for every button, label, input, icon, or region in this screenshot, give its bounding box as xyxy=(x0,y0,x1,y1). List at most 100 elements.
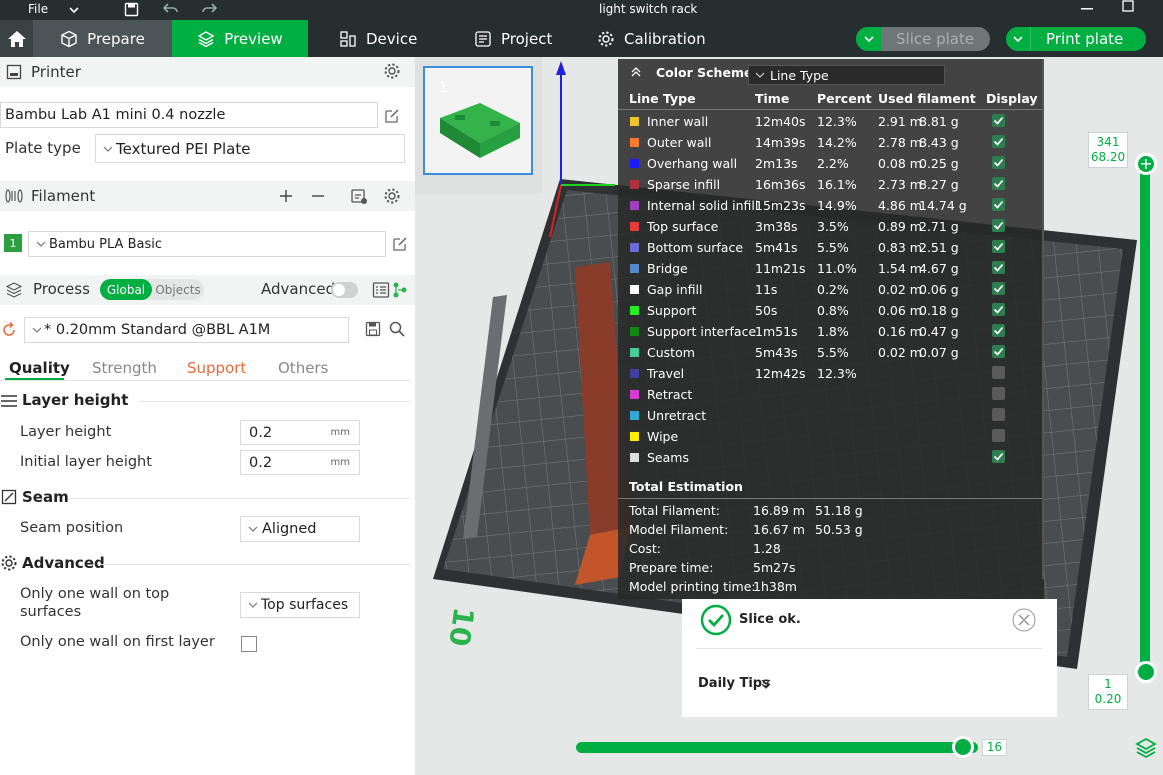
legend-header-row: Line Type Time Percent Used filament Dis… xyxy=(618,88,1044,108)
display-checkbox[interactable] xyxy=(992,303,1005,316)
legend-row: Overhang wall 2m13s 2.2% 0.08 m 0.25 g xyxy=(618,153,1044,174)
line-type-percent: 0.2% xyxy=(817,282,849,297)
search-icon[interactable] xyxy=(389,321,405,337)
check-icon xyxy=(993,347,1004,356)
plate-type-select[interactable]: Textured PEI Plate xyxy=(95,134,405,163)
display-checkbox[interactable] xyxy=(992,387,1005,400)
objects-option[interactable]: Objects xyxy=(152,279,204,300)
tab-preview[interactable]: Preview xyxy=(172,20,308,57)
collapse-icon[interactable] xyxy=(630,67,642,77)
display-checkbox[interactable] xyxy=(992,408,1005,421)
line-type-length: 0.16 m xyxy=(878,324,922,339)
check-icon xyxy=(993,200,1004,209)
seam-group-title: Seam xyxy=(22,488,69,506)
printer-settings-icon[interactable] xyxy=(383,62,401,80)
tab-prepare[interactable]: Prepare xyxy=(33,20,172,57)
display-checkbox[interactable] xyxy=(992,198,1005,211)
maximize-icon[interactable] xyxy=(1122,0,1135,12)
display-checkbox[interactable] xyxy=(992,324,1005,337)
tab-device[interactable]: Device xyxy=(339,20,417,57)
undo-icon[interactable] xyxy=(163,3,179,15)
display-checkbox[interactable] xyxy=(992,114,1005,127)
move-slider-handle[interactable] xyxy=(951,736,974,758)
home-button[interactable] xyxy=(0,20,33,57)
layer-height-input[interactable]: 0.2 mm xyxy=(240,420,360,445)
display-checkbox[interactable] xyxy=(992,135,1005,148)
line-type-time: 11s xyxy=(755,282,778,297)
objects-tree-icon[interactable] xyxy=(392,281,408,299)
advanced-toggle[interactable] xyxy=(331,282,358,298)
slice-options-dropdown[interactable] xyxy=(856,27,881,51)
save-icon[interactable] xyxy=(124,2,139,17)
one-wall-top-select[interactable]: Top surfaces xyxy=(240,592,360,618)
display-checkbox[interactable] xyxy=(992,177,1005,190)
printer-select[interactable]: Bambu Lab A1 mini 0.4 nozzle xyxy=(0,102,378,128)
filament-slot-badge[interactable]: 1 xyxy=(4,234,22,252)
process-profile-select[interactable]: * 0.20mm Standard @BBL A1M xyxy=(24,317,349,343)
display-checkbox[interactable] xyxy=(992,240,1005,253)
tab-calibration-label: Calibration xyxy=(624,29,706,48)
display-checkbox[interactable] xyxy=(992,366,1005,379)
layers-view-icon[interactable] xyxy=(1135,737,1157,759)
layer-height-unit: mm xyxy=(330,427,350,438)
chevron-down-icon[interactable] xyxy=(760,678,772,690)
subtab-quality[interactable]: Quality xyxy=(9,359,70,377)
slice-plate-button[interactable]: Slice plate xyxy=(856,27,990,51)
layer-slider-bottom-handle[interactable] xyxy=(1135,661,1157,683)
global-option[interactable]: Global xyxy=(100,279,152,300)
file-menu[interactable]: File xyxy=(28,2,48,16)
color-scheme-select[interactable]: Line Type xyxy=(748,65,945,85)
tab-project[interactable]: Project xyxy=(474,20,552,57)
device-icon xyxy=(340,30,356,47)
display-checkbox[interactable] xyxy=(992,282,1005,295)
move-slider-track[interactable] xyxy=(576,742,978,753)
process-layers-icon xyxy=(6,282,22,298)
layer-slider-top-handle[interactable]: + xyxy=(1135,153,1157,175)
seam-position-select[interactable]: Aligned xyxy=(240,516,360,542)
plate-thumbnail[interactable]: 1 xyxy=(423,66,533,175)
line-type-weight: 4.67 g xyxy=(919,261,959,276)
minimize-icon[interactable] xyxy=(1081,8,1093,11)
legend-row: Sparse infill 16m36s 16.1% 2.73 m 8.27 g xyxy=(618,174,1044,195)
add-icon[interactable] xyxy=(279,189,293,203)
remove-icon[interactable] xyxy=(311,189,325,203)
line-type-length: 4.86 m xyxy=(878,198,922,213)
slice-plate-label: Slice plate xyxy=(896,30,975,48)
display-checkbox[interactable] xyxy=(992,219,1005,232)
edit-filament-icon[interactable] xyxy=(391,235,409,253)
subtab-others[interactable]: Others xyxy=(278,359,328,377)
line-type-color-swatch xyxy=(630,243,639,252)
subtab-strength[interactable]: Strength xyxy=(92,359,157,377)
reset-profile-icon[interactable] xyxy=(1,322,17,338)
edit-printer-icon[interactable] xyxy=(383,107,401,125)
subtab-support[interactable]: Support xyxy=(187,359,246,377)
tab-calibration[interactable]: Calibration xyxy=(597,20,706,57)
plate-type-value: Textured PEI Plate xyxy=(116,139,251,158)
layers-icon xyxy=(197,30,215,47)
legend-row: Bridge 11m21s 11.0% 1.54 m 4.67 g xyxy=(618,258,1044,279)
global-objects-toggle: Global Objects xyxy=(100,279,204,300)
display-checkbox[interactable] xyxy=(992,450,1005,463)
close-icon[interactable] xyxy=(1012,608,1036,632)
display-checkbox[interactable] xyxy=(992,261,1005,274)
initial-layer-height-input[interactable]: 0.2 mm xyxy=(240,450,360,475)
filament-select[interactable]: Bambu PLA Basic xyxy=(28,231,386,257)
print-options-dropdown[interactable] xyxy=(1006,27,1031,51)
redo-icon[interactable] xyxy=(201,3,217,15)
layer-slider-track[interactable] xyxy=(1140,164,1150,674)
display-checkbox[interactable] xyxy=(992,429,1005,442)
display-checkbox[interactable] xyxy=(992,156,1005,169)
plate-number-label: 10 xyxy=(442,605,480,648)
save-profile-icon[interactable] xyxy=(365,321,381,337)
legend-scrollbar[interactable] xyxy=(1042,59,1044,579)
chevron-down-icon[interactable] xyxy=(68,4,80,16)
one-wall-first-layer-checkbox[interactable] xyxy=(241,636,257,652)
filament-settings-icon[interactable] xyxy=(383,187,401,205)
line-type-color-swatch xyxy=(630,327,639,336)
display-checkbox[interactable] xyxy=(992,345,1005,358)
line-type-percent: 14.2% xyxy=(817,135,857,150)
filament-sync-icon[interactable] xyxy=(350,187,368,205)
compare-icon[interactable] xyxy=(372,281,390,299)
line-type-length: 0.02 m xyxy=(878,282,922,297)
print-plate-button[interactable]: Print plate xyxy=(1006,27,1146,51)
